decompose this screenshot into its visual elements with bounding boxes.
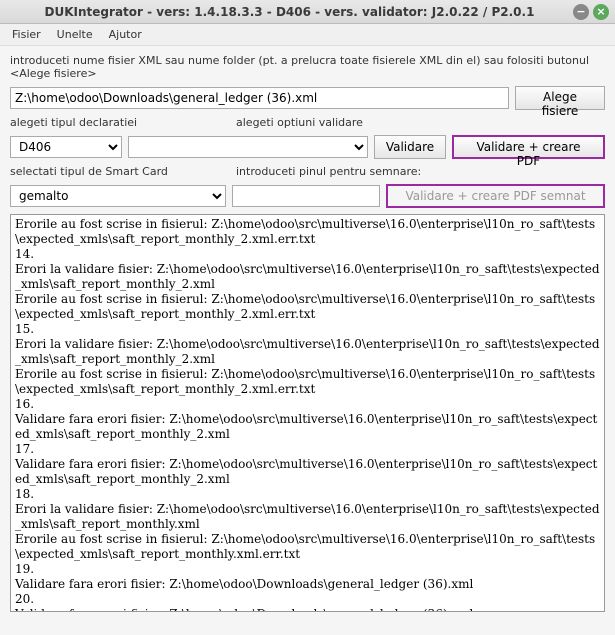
log-line: 18. bbox=[15, 487, 600, 502]
content-area: introduceti nume fisier XML sau nume fol… bbox=[0, 46, 615, 616]
validate-button[interactable]: Validare bbox=[374, 135, 446, 159]
log-line: 19. bbox=[15, 562, 600, 577]
log-line: 15. bbox=[15, 322, 600, 337]
window-controls: − × bbox=[573, 4, 609, 20]
log-line: Erori la validare fisier: Z:\home\odoo\s… bbox=[15, 502, 600, 532]
log-output[interactable]: Erorile au fost scrise in fisierul: Z:\h… bbox=[10, 214, 605, 612]
log-line: Validare fara erori fisier: Z:\home\odoo… bbox=[15, 412, 600, 442]
log-line: Erori la validare fisier: Z:\home\odoo\s… bbox=[15, 337, 600, 367]
log-line: Erori la validare fisier: Z:\home\odoo\s… bbox=[15, 262, 600, 292]
file-row: Alege fisiere bbox=[10, 86, 605, 110]
labels-row-1: alegeti tipul declaratiei alegeti optiun… bbox=[10, 116, 605, 129]
label-tip-declaratie: alegeti tipul declaratiei bbox=[10, 116, 230, 129]
label-optiuni-validare: alegeti optiuni validare bbox=[236, 116, 363, 129]
log-line: Erorile au fost scrise in fisierul: Z:\h… bbox=[15, 367, 600, 397]
window-title: DUKIntegrator - vers: 1.4.18.3.3 - D406 … bbox=[6, 5, 573, 19]
log-line: Erorile au fost scrise in fisierul: Z:\h… bbox=[15, 292, 600, 322]
menubar: Fisier Unelte Ajutor bbox=[0, 24, 615, 46]
log-line: 17. bbox=[15, 442, 600, 457]
log-line: Validare fara erori fisier: Z:\home\odoo… bbox=[15, 577, 600, 592]
instruction-text: introduceti nume fisier XML sau nume fol… bbox=[10, 54, 605, 80]
pin-input[interactable] bbox=[232, 185, 380, 207]
controls-row-2: gemalto Validare + creare PDF semnat bbox=[10, 184, 605, 208]
file-path-input[interactable] bbox=[10, 87, 509, 109]
menu-fisier[interactable]: Fisier bbox=[4, 26, 49, 43]
menu-ajutor[interactable]: Ajutor bbox=[101, 26, 150, 43]
log-line: 16. bbox=[15, 397, 600, 412]
validate-create-pdf-button[interactable]: Validare + creare PDF bbox=[452, 135, 605, 159]
validation-options-select[interactable] bbox=[128, 136, 368, 158]
smartcard-select[interactable]: gemalto bbox=[10, 185, 226, 207]
log-line: Erorile au fost scrise in fisierul: Z:\h… bbox=[15, 217, 600, 247]
log-line: 14. bbox=[15, 247, 600, 262]
minimize-button[interactable]: − bbox=[573, 4, 589, 20]
log-line: 20. bbox=[15, 592, 600, 607]
validate-create-pdf-signed-button[interactable]: Validare + creare PDF semnat bbox=[386, 184, 605, 208]
close-button[interactable]: × bbox=[593, 4, 609, 20]
choose-files-button[interactable]: Alege fisiere bbox=[515, 86, 605, 110]
declaration-type-select[interactable]: D406 bbox=[10, 136, 122, 158]
log-line: Validare fara erori fisier: Z:\home\odoo… bbox=[15, 607, 600, 612]
controls-row-1: D406 Validare Validare + creare PDF bbox=[10, 135, 605, 159]
log-line: Erorile au fost scrise in fisierul: Z:\h… bbox=[15, 532, 600, 562]
titlebar: DUKIntegrator - vers: 1.4.18.3.3 - D406 … bbox=[0, 0, 615, 24]
label-pin: introduceti pinul pentru semnare: bbox=[236, 165, 421, 178]
menu-unelte[interactable]: Unelte bbox=[49, 26, 101, 43]
labels-row-2: selectati tipul de Smart Card introducet… bbox=[10, 165, 605, 178]
log-line: Validare fara erori fisier: Z:\home\odoo… bbox=[15, 457, 600, 487]
label-smartcard: selectati tipul de Smart Card bbox=[10, 165, 230, 178]
